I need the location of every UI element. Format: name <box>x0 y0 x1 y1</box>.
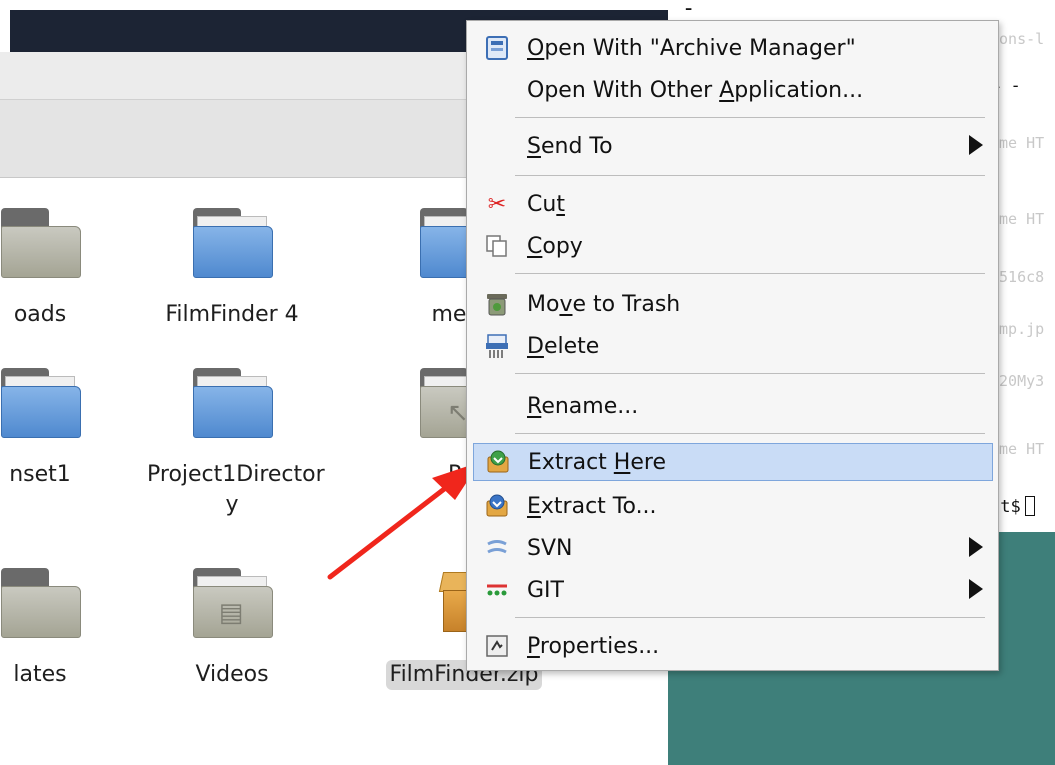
folder-templates[interactable]: lates <box>0 568 125 690</box>
folder-videos[interactable]: ▤ Videos <box>147 568 317 690</box>
menu-item-delete[interactable]: Delete <box>473 327 993 365</box>
submenu-arrow-icon <box>969 579 983 599</box>
folder-filmfinder-4[interactable]: FilmFinder 4 <box>147 208 317 330</box>
copy-icon <box>481 230 513 262</box>
menu-separator <box>515 617 985 618</box>
extract-to-icon <box>481 490 513 522</box>
archive-manager-icon <box>481 32 513 64</box>
submenu-arrow-icon <box>969 537 983 557</box>
menu-item-open-other-application[interactable]: Open With Other Application... <box>473 71 993 109</box>
menu-item-git[interactable]: GIT <box>473 571 993 609</box>
film-emblem-icon: ▤ <box>218 598 244 628</box>
terminal-cursor <box>1024 496 1035 516</box>
properties-icon <box>481 630 513 662</box>
extract-here-icon <box>482 446 514 478</box>
folder-nset1[interactable]: nset1 <box>0 368 125 490</box>
menu-item-svn[interactable]: SVN <box>473 529 993 567</box>
context-menu: Open With "Archive Manager" Open With Ot… <box>466 20 999 671</box>
menu-separator <box>515 175 985 176</box>
menu-separator <box>515 373 985 374</box>
folder-label: FilmFinder 4 <box>165 302 299 327</box>
menu-item-rename[interactable]: Rename... <box>473 387 993 425</box>
folder-downloads[interactable]: oads <box>0 208 125 330</box>
git-icon <box>481 574 513 606</box>
menu-item-move-to-trash[interactable]: Move to Trash <box>473 285 993 323</box>
folder-label: nset1 <box>9 462 71 487</box>
folder-project1directory[interactable]: Project1Director y <box>147 368 325 520</box>
folder-label: Project1Director y <box>147 462 325 517</box>
svn-icon <box>481 532 513 564</box>
shredder-icon <box>481 330 513 362</box>
folder-icon <box>189 208 275 278</box>
menu-item-send-to[interactable]: Send To <box>473 127 993 165</box>
folder-icon <box>0 568 83 638</box>
menu-item-copy[interactable]: Copy <box>473 227 993 265</box>
scissors-icon: ✂ <box>487 191 507 217</box>
submenu-arrow-icon <box>969 135 983 155</box>
folder-icon: ▤ <box>189 568 275 638</box>
folder-label: lates <box>13 662 67 687</box>
menu-separator <box>515 433 985 434</box>
folder-icon <box>0 208 83 278</box>
folder-icon <box>0 368 83 438</box>
folder-icon <box>189 368 275 438</box>
trash-icon <box>481 288 513 320</box>
menu-separator <box>515 273 985 274</box>
menu-item-properties[interactable]: Properties... <box>473 627 993 665</box>
menu-item-extract-here[interactable]: Extract Here <box>473 443 993 481</box>
terminal-dash: - <box>682 0 696 21</box>
folder-label: Videos <box>195 662 269 687</box>
menu-separator <box>515 117 985 118</box>
menu-item-cut[interactable]: ✂ Cut <box>473 185 993 223</box>
menu-item-open-archive-manager[interactable]: Open With "Archive Manager" <box>473 29 993 67</box>
folder-label: oads <box>13 302 67 327</box>
menu-item-extract-to[interactable]: Extract To... <box>473 487 993 525</box>
